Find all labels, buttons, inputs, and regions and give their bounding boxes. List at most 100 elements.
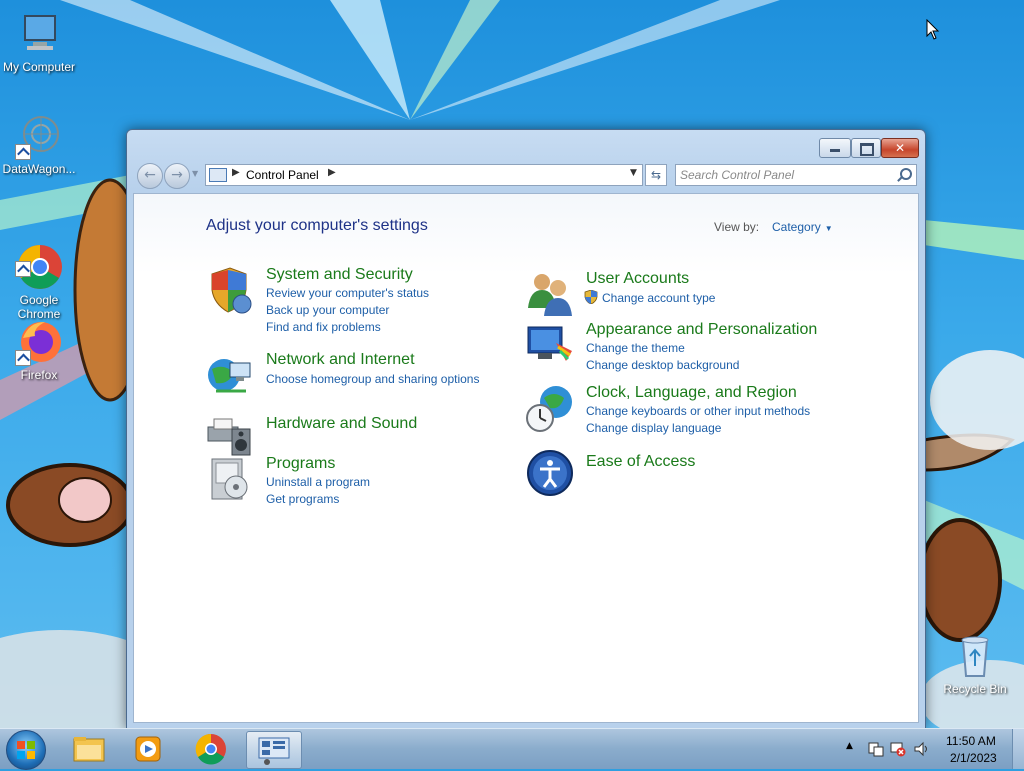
- category-user-accounts: User Accounts Change account type: [526, 270, 886, 318]
- link-change-keyboards[interactable]: Change keyboards or other input methods: [586, 404, 810, 418]
- view-by-dropdown[interactable]: Category ▼: [772, 220, 833, 234]
- desktop-icon-my-computer[interactable]: My Computer: [0, 10, 78, 74]
- link-change-display-language[interactable]: Change display language: [586, 421, 721, 435]
- appearance-icon: [526, 321, 574, 369]
- uac-shield-icon: [584, 289, 598, 307]
- link-change-theme[interactable]: Change the theme: [586, 341, 685, 355]
- shortcut-arrow-icon: [15, 144, 31, 160]
- control-panel-icon: [258, 737, 290, 765]
- taskbar-chrome[interactable]: [184, 731, 238, 767]
- desktop-icon-datawagon[interactable]: DataWagon...: [0, 112, 78, 176]
- desktop-icon-label: DataWagon...: [2, 162, 76, 176]
- search-box[interactable]: [675, 164, 917, 186]
- breadcrumb-control-panel[interactable]: Control Panel: [246, 168, 319, 182]
- desktop-icon-label: Google Chrome: [17, 293, 61, 321]
- category-title[interactable]: User Accounts: [586, 270, 689, 288]
- category-clock-language-region: Clock, Language, and Region Change keybo…: [526, 384, 886, 438]
- maximize-button[interactable]: [851, 138, 881, 158]
- link-uninstall-program[interactable]: Uninstall a program: [266, 475, 370, 489]
- category-title[interactable]: System and Security: [266, 266, 413, 284]
- link-review-status[interactable]: Review your computer's status: [266, 286, 429, 300]
- address-dropdown-icon[interactable]: ▼: [630, 168, 637, 178]
- search-input[interactable]: [678, 166, 892, 184]
- close-button[interactable]: ✕: [881, 138, 919, 158]
- breadcrumb-separator-icon[interactable]: ▶: [232, 167, 240, 178]
- mouse-cursor-icon: [926, 18, 940, 44]
- desktop-icon-firefox[interactable]: Firefox: [0, 318, 78, 382]
- desktop-icon-label: Recycle Bin: [943, 682, 1007, 696]
- back-arrow-icon: ←: [144, 167, 156, 183]
- chevron-down-icon: ▼: [824, 224, 833, 233]
- breadcrumb-separator-icon[interactable]: ▶: [328, 167, 336, 178]
- shortcut-arrow-icon: [15, 261, 31, 277]
- control-panel-content: Adjust your computer's settings View by:…: [133, 193, 919, 723]
- category-system-security: System and Security Review your computer…: [206, 266, 526, 336]
- desktop-icon-recycle-bin[interactable]: Recycle Bin: [936, 632, 1014, 696]
- network-globe-icon: [206, 351, 254, 399]
- desktop-icon-label: Firefox: [20, 368, 58, 382]
- category-programs: Programs Uninstall a program Get program…: [206, 455, 526, 509]
- programs-icon: [206, 455, 254, 503]
- users-icon: [526, 270, 574, 318]
- category-title[interactable]: Programs: [266, 455, 335, 473]
- control-panel-window: ✕ ← → ▼ ▶ Control Panel ▶ ▼ ⇆ Adjust you…: [126, 129, 926, 729]
- desktop-icon-google-chrome[interactable]: Google Chrome: [0, 215, 78, 335]
- recent-pages-dropdown-icon[interactable]: ▼: [192, 169, 198, 178]
- category-title[interactable]: Hardware and Sound: [266, 415, 417, 433]
- system-tray: ▲: [844, 729, 1024, 769]
- chrome-icon: [15, 229, 63, 289]
- page-title: Adjust your computer's settings: [206, 217, 428, 234]
- back-button[interactable]: ←: [137, 163, 163, 189]
- category-title[interactable]: Network and Internet: [266, 351, 415, 369]
- taskbar-explorer[interactable]: [62, 731, 116, 767]
- link-homegroup-sharing[interactable]: Choose homegroup and sharing options: [266, 372, 479, 386]
- search-icon[interactable]: [900, 168, 912, 180]
- network-status-icon[interactable]: [890, 741, 906, 760]
- control-panel-icon: [209, 168, 227, 182]
- forward-arrow-icon: →: [171, 167, 183, 183]
- category-hardware-sound: Hardware and Sound: [206, 411, 526, 459]
- datawagon-icon: [15, 112, 63, 160]
- address-bar[interactable]: ▶ Control Panel ▶ ▼: [205, 164, 643, 186]
- printer-speaker-icon: [206, 411, 254, 459]
- ease-of-access-icon: [526, 449, 574, 497]
- category-title[interactable]: Ease of Access: [586, 453, 695, 471]
- link-get-programs[interactable]: Get programs: [266, 492, 339, 506]
- link-change-desktop-background[interactable]: Change desktop background: [586, 358, 739, 372]
- taskbar: ▲ 11:50 AM 2/1/2023: [0, 728, 1024, 770]
- shortcut-arrow-icon: [15, 350, 31, 366]
- view-by-value[interactable]: Category: [772, 220, 821, 234]
- show-hidden-icons-icon[interactable]: ▲: [846, 741, 853, 751]
- action-center-icon[interactable]: [868, 741, 884, 760]
- category-title[interactable]: Clock, Language, and Region: [586, 384, 797, 402]
- shield-icon: [206, 266, 254, 314]
- recycle-bin-icon: [951, 632, 999, 680]
- clock-time[interactable]: 11:50 AM: [946, 734, 996, 748]
- media-player-icon: [135, 736, 161, 762]
- category-ease-of-access: Ease of Access: [526, 449, 886, 499]
- taskbar-control-panel[interactable]: [246, 731, 302, 769]
- category-title[interactable]: Appearance and Personalization: [586, 321, 817, 339]
- link-change-account-type[interactable]: Change account type: [602, 291, 715, 305]
- category-appearance-personalization: Appearance and Personalization Change th…: [526, 321, 886, 375]
- refresh-icon: ⇆: [650, 168, 662, 182]
- category-network-internet: Network and Internet Choose homegroup an…: [206, 351, 526, 399]
- start-button[interactable]: [6, 730, 46, 770]
- taskbar-media-player[interactable]: [122, 731, 176, 767]
- volume-icon[interactable]: [914, 741, 930, 760]
- link-back-up[interactable]: Back up your computer: [266, 303, 389, 317]
- windows-logo-icon: [17, 741, 35, 759]
- forward-button[interactable]: →: [164, 163, 190, 189]
- link-find-fix-problems[interactable]: Find and fix problems: [266, 320, 381, 334]
- firefox-icon: [15, 318, 63, 366]
- refresh-button[interactable]: ⇆: [645, 164, 667, 186]
- clock-date[interactable]: 2/1/2023: [950, 751, 997, 765]
- computer-icon: [15, 10, 63, 58]
- close-icon: ✕: [894, 141, 906, 155]
- chrome-icon: [195, 733, 226, 765]
- desktop-icon-label: My Computer: [2, 60, 76, 74]
- folder-icon: [73, 737, 105, 762]
- minimize-button[interactable]: [819, 138, 851, 158]
- clock-globe-icon: [526, 384, 574, 432]
- show-desktop-button[interactable]: [1012, 729, 1024, 769]
